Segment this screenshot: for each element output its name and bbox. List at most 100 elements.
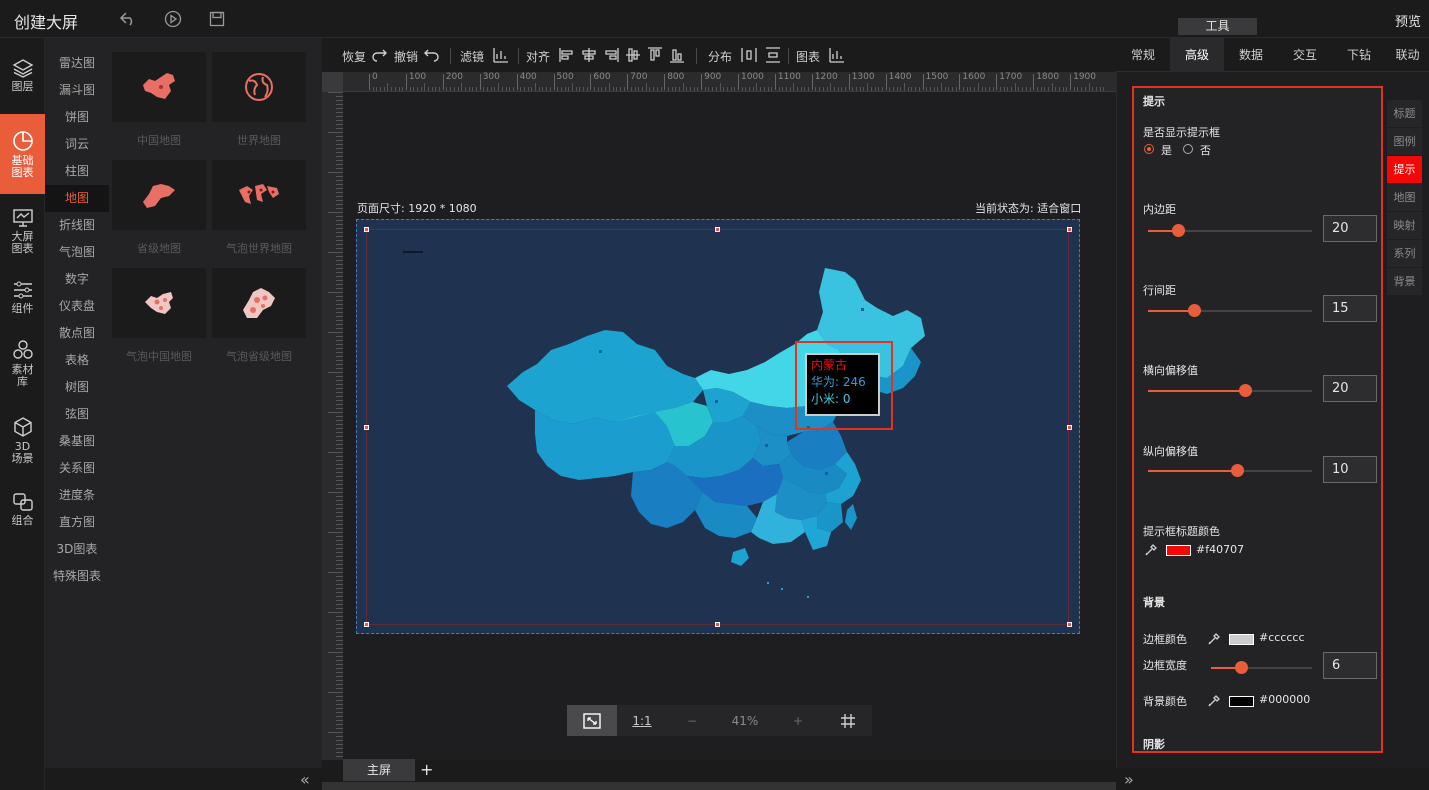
save-icon[interactable] — [207, 9, 227, 29]
color-picker-icon[interactable] — [1207, 694, 1221, 708]
category-item[interactable]: 散点图 — [45, 320, 109, 347]
redo-icon[interactable] — [370, 46, 388, 64]
thumb-bubble-province-map[interactable]: 气泡省级地图 — [212, 268, 306, 364]
align-center-h-icon[interactable] — [580, 46, 598, 64]
category-item[interactable]: 进度条 — [45, 482, 109, 509]
distribute-h-icon[interactable] — [740, 46, 758, 64]
resize-handle-nw[interactable] — [364, 227, 369, 232]
category-item[interactable]: 漏斗图 — [45, 77, 109, 104]
resize-handle-w[interactable] — [364, 425, 369, 430]
category-item[interactable]: 弦图 — [45, 401, 109, 428]
color-picker-icon[interactable] — [1207, 632, 1221, 646]
china-map-widget[interactable] — [364, 227, 1072, 627]
align-right-icon[interactable] — [602, 46, 620, 64]
resize-handle-n[interactable] — [715, 227, 720, 232]
property-sub-tab[interactable]: 映射 — [1387, 212, 1422, 239]
x-offset-input[interactable]: 20 — [1323, 375, 1377, 402]
color-picker-icon[interactable] — [1144, 543, 1158, 557]
category-item[interactable]: 特殊图表 — [45, 563, 109, 590]
sidebar-item-components[interactable]: 组件 — [0, 270, 45, 324]
sidebar-item-3d-scene[interactable]: 3D 场景 — [0, 408, 45, 472]
category-item[interactable]: 直方图 — [45, 509, 109, 536]
resize-handle-e[interactable] — [1067, 425, 1072, 430]
align-button[interactable]: 对齐 — [526, 48, 550, 65]
thumb-china-map[interactable]: 中国地图 — [112, 52, 206, 148]
sidebar-item-basic-charts[interactable]: 基础 图表 — [0, 114, 45, 194]
collapse-right-icon[interactable]: » — [1124, 770, 1134, 789]
category-item[interactable]: 3D图表 — [45, 536, 109, 563]
grid-toggle-button[interactable] — [823, 705, 872, 736]
distribute-v-icon[interactable] — [764, 46, 782, 64]
tab-main-screen[interactable]: 主屏 — [343, 759, 415, 781]
y-offset-input[interactable]: 10 — [1323, 456, 1377, 483]
distribute-button[interactable]: 分布 — [708, 48, 732, 65]
undo-button[interactable]: 撤销 — [394, 48, 418, 65]
sidebar-item-layers[interactable]: 图层 — [0, 48, 45, 102]
border-width-input[interactable]: 6 — [1323, 652, 1377, 679]
property-tab[interactable]: 常规 — [1116, 38, 1170, 72]
property-sub-tab[interactable]: 地图 — [1387, 184, 1422, 211]
category-item[interactable]: 词云 — [45, 131, 109, 158]
property-tab[interactable]: 数据 — [1224, 38, 1278, 72]
category-item[interactable]: 表格 — [45, 347, 109, 374]
restore-button[interactable]: 恢复 — [342, 48, 366, 65]
border-width-slider[interactable] — [1211, 661, 1312, 674]
add-tab-button[interactable]: + — [420, 760, 438, 779]
category-item[interactable]: 雷达图 — [45, 50, 109, 77]
property-sub-tab[interactable]: 提示 — [1387, 156, 1422, 183]
category-item[interactable]: 桑基图 — [45, 428, 109, 455]
category-item[interactable]: 仪表盘 — [45, 293, 109, 320]
thumb-province-map[interactable]: 省级地图 — [112, 160, 206, 256]
title-color-swatch[interactable] — [1166, 545, 1191, 556]
property-sub-tab[interactable]: 图例 — [1387, 128, 1422, 155]
play-icon[interactable] — [163, 9, 183, 29]
property-sub-tab[interactable]: 系列 — [1387, 240, 1422, 267]
show-tip-no-radio[interactable] — [1183, 144, 1193, 154]
zoom-ratio-button[interactable]: 1:1 — [617, 705, 667, 736]
thumb-world-map[interactable]: 世界地图 — [212, 52, 306, 148]
resize-handle-sw[interactable] — [364, 622, 369, 627]
filter-chart-icon[interactable] — [492, 46, 510, 64]
border-color-swatch[interactable] — [1229, 634, 1254, 645]
property-sub-tab[interactable]: 标题 — [1387, 100, 1422, 127]
zoom-out-button[interactable]: − — [667, 705, 717, 736]
x-offset-slider[interactable] — [1148, 384, 1312, 397]
line-spacing-slider[interactable] — [1148, 304, 1312, 317]
resize-handle-ne[interactable] — [1067, 227, 1072, 232]
padding-slider[interactable] — [1148, 224, 1312, 237]
property-tab[interactable]: 联动 — [1386, 38, 1429, 72]
property-tab[interactable]: 下钻 — [1332, 38, 1386, 72]
category-item[interactable]: 饼图 — [45, 104, 109, 131]
property-tab[interactable]: 高级 — [1170, 38, 1224, 72]
fit-window-button[interactable] — [567, 705, 617, 736]
align-top-icon[interactable] — [646, 46, 664, 64]
property-tab[interactable]: 交互 — [1278, 38, 1332, 72]
category-item[interactable]: 地图 — [45, 185, 109, 212]
category-item[interactable]: 折线图 — [45, 212, 109, 239]
align-middle-icon[interactable] — [624, 46, 642, 64]
sidebar-item-assets[interactable]: 素材 库 — [0, 328, 45, 398]
category-item[interactable]: 树图 — [45, 374, 109, 401]
horizontal-scrollbar[interactable] — [322, 782, 1116, 790]
align-left-icon[interactable] — [558, 46, 576, 64]
sidebar-item-screen-charts[interactable]: 大屏 图表 — [0, 204, 45, 258]
collapse-left-icon[interactable]: « — [300, 770, 320, 789]
category-item[interactable]: 关系图 — [45, 455, 109, 482]
show-tip-yes-radio[interactable] — [1144, 144, 1154, 154]
zoom-in-button[interactable]: + — [773, 705, 823, 736]
filter-button[interactable]: 滤镜 — [460, 48, 484, 65]
sidebar-item-group[interactable]: 组合 — [0, 482, 45, 536]
thumb-bubble-world-map[interactable]: 气泡世界地图 — [212, 160, 306, 256]
bg-color-swatch[interactable] — [1229, 696, 1254, 707]
undo-icon[interactable] — [423, 46, 441, 64]
resize-handle-s[interactable] — [715, 622, 720, 627]
resize-handle-se[interactable] — [1067, 622, 1072, 627]
preview-button[interactable]: 预览 — [1395, 11, 1421, 30]
category-item[interactable]: 柱图 — [45, 158, 109, 185]
chart-button[interactable]: 图表 — [796, 48, 820, 65]
chart-icon[interactable] — [828, 46, 846, 64]
thumb-bubble-china-map[interactable]: 气泡中国地图 — [112, 268, 206, 364]
align-bottom-icon[interactable] — [668, 46, 686, 64]
property-sub-tab[interactable]: 背景 — [1387, 268, 1422, 295]
line-spacing-input[interactable]: 15 — [1323, 295, 1377, 322]
